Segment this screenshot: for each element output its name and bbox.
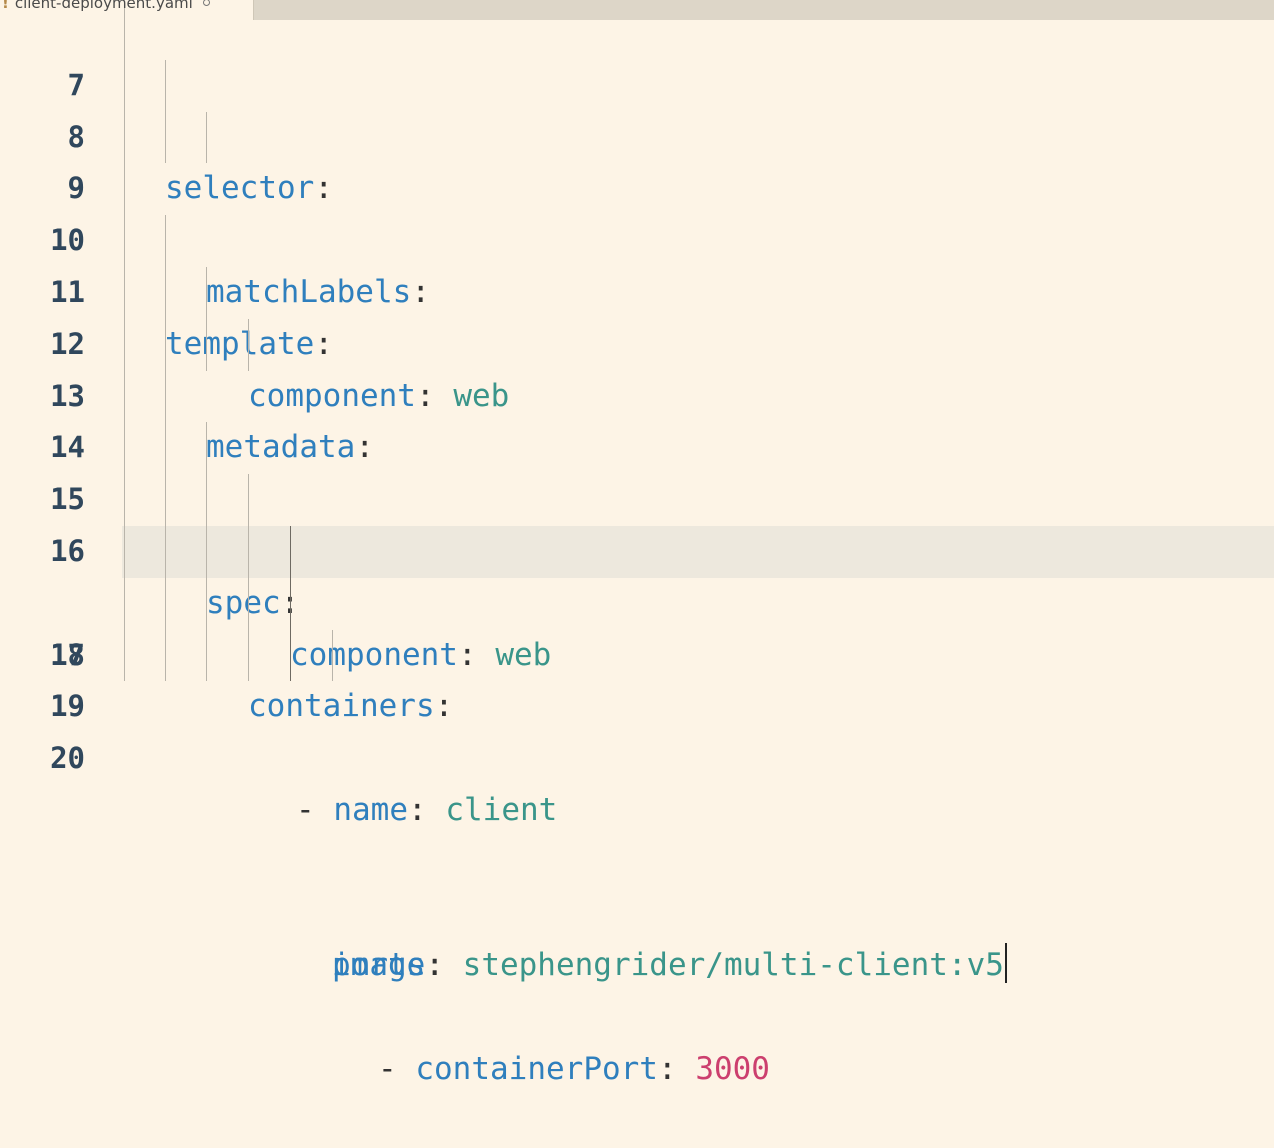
indent-guide <box>332 629 333 682</box>
code-line[interactable]: 14 spec: <box>0 370 1274 621</box>
indent-guide <box>248 577 249 630</box>
yaml-number: 3000 <box>695 1050 770 1087</box>
code-line[interactable]: 9 component: web <box>0 111 1274 414</box>
code-line[interactable]: 15 containers: <box>0 422 1274 724</box>
indent-guide <box>165 215 166 267</box>
indent-guide <box>124 163 125 216</box>
code-line[interactable]: 11 metadata: <box>0 215 1274 465</box>
code-line[interactable]: 16 - name: client <box>0 474 1274 828</box>
yaml-colon: : <box>657 1050 696 1087</box>
indent-guide <box>290 577 291 630</box>
indent-guide <box>206 577 207 630</box>
indent-guide <box>124 59 125 112</box>
indent-guide <box>124 215 125 267</box>
indent-guide <box>248 318 249 371</box>
line-number: 20 <box>50 741 85 776</box>
code-line[interactable]: 18 ports: <box>0 577 1274 983</box>
code-line-current[interactable]: 17 image: stephengrider/multi-client:v5 <box>0 525 1274 984</box>
indent-guide <box>165 577 166 630</box>
indent-guide <box>124 577 125 630</box>
code-line[interactable]: 19 - containerPort: 3000 <box>0 629 1274 1087</box>
yaml-colon: : <box>408 791 446 828</box>
indent-guide <box>124 474 125 526</box>
indent-guide <box>248 629 249 682</box>
indent-guide <box>206 422 207 475</box>
unsaved-dot-icon[interactable] <box>202 0 210 6</box>
yaml-key: ports <box>332 947 426 984</box>
indent-guide <box>165 318 166 371</box>
indent-guide <box>124 111 125 164</box>
indent-guide <box>206 629 207 682</box>
indent-guide <box>206 266 207 319</box>
indent-guide <box>206 318 207 371</box>
indent-guide <box>248 474 249 526</box>
code-line[interactable]: 7 selector: <box>0 8 1274 206</box>
indent-guide <box>165 59 166 112</box>
yaml-key: name <box>333 791 408 828</box>
indent-guide <box>124 629 125 682</box>
indent-guide <box>124 318 125 371</box>
indent-guide <box>248 525 249 578</box>
code-line[interactable]: 8 matchLabels: <box>0 59 1274 310</box>
list-dash: - <box>296 791 315 828</box>
yaml-value: client <box>445 791 558 828</box>
indent-guide <box>165 422 166 475</box>
indent-guide <box>165 629 166 682</box>
text-cursor <box>1004 943 1007 984</box>
code-line[interactable]: 12 labels: <box>0 266 1274 569</box>
code-editor[interactable]: 7 selector: 8 matchLabels: 9 component: … <box>0 8 1274 1087</box>
indent-guide <box>206 111 207 164</box>
indent-guide <box>165 266 166 319</box>
indent-guide <box>206 525 207 578</box>
code-line[interactable]: 20 <box>0 681 1274 775</box>
indent-guide <box>124 422 125 475</box>
indent-guide <box>124 370 125 423</box>
indent-guide <box>124 8 125 60</box>
indent-guide <box>165 474 166 526</box>
indent-guide <box>124 525 125 578</box>
indent-guide <box>124 266 125 319</box>
indent-guide <box>165 111 166 164</box>
list-dash: - <box>378 1050 397 1087</box>
current-line-highlight <box>122 525 1274 578</box>
indent-guide <box>206 474 207 526</box>
yaml-colon: : <box>425 947 444 984</box>
indent-guide <box>165 370 166 423</box>
code-line[interactable]: 10 template: <box>0 163 1274 362</box>
indent-guide <box>165 525 166 578</box>
indent-guide <box>290 525 291 578</box>
code-line[interactable]: 13 component: web <box>0 318 1274 673</box>
yaml-key: containerPort <box>415 1050 658 1087</box>
indent-guide <box>290 629 291 682</box>
yaml-value: stephengrider/multi-client:v5 <box>462 947 1004 984</box>
